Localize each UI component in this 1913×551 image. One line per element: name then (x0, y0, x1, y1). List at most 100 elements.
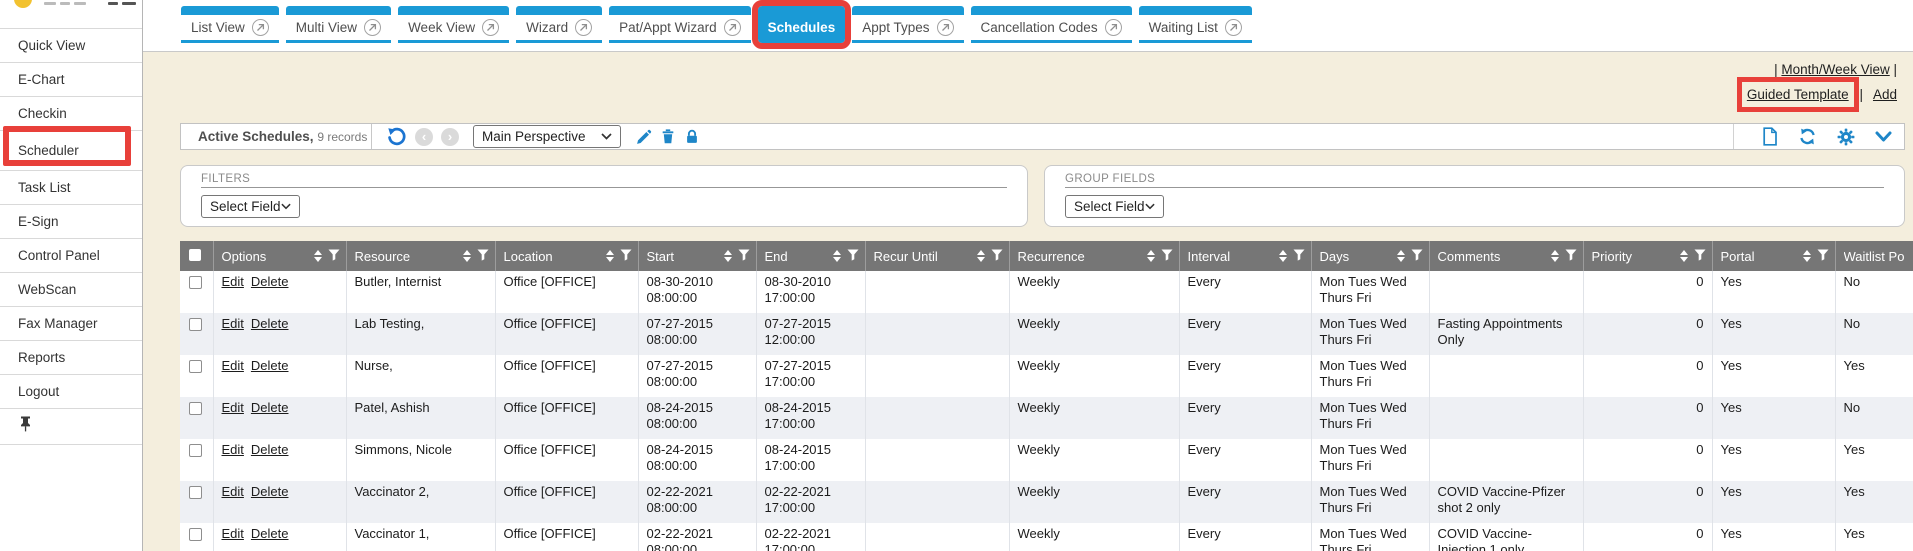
column-header-recurrence[interactable]: Recurrence (1009, 241, 1179, 271)
tab-week-view[interactable]: Week View (398, 6, 509, 43)
column-header-start[interactable]: Start (638, 241, 756, 271)
sidebar-item-checkin[interactable]: Checkin (0, 97, 142, 131)
sidebar-item-task-list[interactable]: Task List (0, 171, 142, 205)
sort-icon[interactable] (1397, 250, 1405, 262)
sidebar-item-fax-manager[interactable]: Fax Manager (0, 307, 142, 341)
sort-icon[interactable] (314, 250, 322, 262)
sort-icon[interactable] (1147, 250, 1155, 262)
lock-icon[interactable] (684, 128, 700, 145)
tab-schedules[interactable]: Schedules (758, 6, 846, 43)
filter-funnel-icon[interactable] (1694, 249, 1706, 264)
column-header-resource[interactable]: Resource (346, 241, 495, 271)
delete-link[interactable]: Delete (251, 526, 289, 541)
sidebar-pin-toggle[interactable] (0, 409, 142, 445)
filter-funnel-icon[interactable] (1817, 249, 1829, 264)
next-icon[interactable]: › (441, 128, 459, 146)
open-new-window-icon[interactable] (482, 19, 499, 36)
row-checkbox[interactable] (189, 318, 202, 331)
sidebar-item-reports[interactable]: Reports (0, 341, 142, 375)
tab-waiting-list[interactable]: Waiting List (1139, 6, 1252, 43)
sort-icon[interactable] (1803, 250, 1811, 262)
new-document-icon[interactable] (1762, 127, 1778, 146)
tab-appt-types[interactable]: Appt Types (852, 6, 963, 43)
tab-cancellation-codes[interactable]: Cancellation Codes (971, 6, 1132, 43)
tab-list-view[interactable]: List View (181, 6, 279, 43)
edit-link[interactable]: Edit (222, 316, 244, 331)
filter-funnel-icon[interactable] (477, 249, 489, 264)
add-link[interactable]: Add (1873, 87, 1897, 102)
column-header-interval[interactable]: Interval (1179, 241, 1311, 271)
column-header-location[interactable]: Location (495, 241, 638, 271)
guided-template-link[interactable]: Guided Template (1747, 87, 1849, 102)
column-header-recur-until[interactable]: Recur Until (865, 241, 1009, 271)
open-new-window-icon[interactable] (937, 19, 954, 36)
edit-link[interactable]: Edit (222, 400, 244, 415)
sort-icon[interactable] (1551, 250, 1559, 262)
filter-funnel-icon[interactable] (1293, 249, 1305, 264)
group-fields-select-field[interactable]: Select Field (1065, 195, 1164, 218)
column-header-portal[interactable]: Portal (1712, 241, 1835, 271)
filter-funnel-icon[interactable] (1411, 249, 1423, 264)
delete-link[interactable]: Delete (251, 400, 289, 415)
sort-icon[interactable] (463, 250, 471, 262)
sort-icon[interactable] (1279, 250, 1287, 262)
row-checkbox[interactable] (189, 528, 202, 541)
edit-link[interactable]: Edit (222, 484, 244, 499)
tab-multi-view[interactable]: Multi View (286, 6, 391, 43)
edit-pencil-icon[interactable] (635, 128, 652, 145)
open-new-window-icon[interactable] (252, 19, 269, 36)
edit-link[interactable]: Edit (222, 526, 244, 541)
column-header-options[interactable]: Options (213, 241, 346, 271)
delete-link[interactable]: Delete (251, 484, 289, 499)
filter-funnel-icon[interactable] (620, 249, 632, 264)
column-header-priority[interactable]: Priority (1583, 241, 1712, 271)
row-checkbox[interactable] (189, 402, 202, 415)
month-week-view-link[interactable]: Month/Week View (1781, 62, 1889, 77)
edit-link[interactable]: Edit (222, 442, 244, 457)
delete-link[interactable]: Delete (251, 274, 289, 289)
sidebar-item-e-sign[interactable]: E-Sign (0, 205, 142, 239)
column-header-waitlist-po[interactable]: Waitlist Po (1835, 241, 1913, 271)
collapse-chevron-icon[interactable] (1875, 131, 1892, 143)
edit-link[interactable]: Edit (222, 274, 244, 289)
select-all-checkbox-icon[interactable] (189, 249, 201, 261)
sort-icon[interactable] (724, 250, 732, 262)
column-header-comments[interactable]: Comments (1429, 241, 1583, 271)
sidebar-item-quick-view[interactable]: Quick View (0, 29, 142, 63)
sidebar-item-scheduler[interactable]: Scheduler (0, 131, 142, 171)
row-checkbox[interactable] (189, 276, 202, 289)
filter-funnel-icon[interactable] (738, 249, 750, 264)
filters-select-field[interactable]: Select Field (201, 195, 300, 218)
delete-trash-icon[interactable] (660, 128, 676, 145)
settings-gear-icon[interactable] (1837, 128, 1855, 146)
tab-pat-appt-wizard[interactable]: Pat/Appt Wizard (609, 6, 751, 43)
sidebar-item-webscan[interactable]: WebScan (0, 273, 142, 307)
open-new-window-icon[interactable] (1105, 19, 1122, 36)
delete-link[interactable]: Delete (251, 442, 289, 457)
delete-link[interactable]: Delete (251, 316, 289, 331)
previous-icon[interactable]: ‹ (415, 128, 433, 146)
sidebar-item-control-panel[interactable]: Control Panel (0, 239, 142, 273)
filter-funnel-icon[interactable] (1565, 249, 1577, 264)
sort-icon[interactable] (977, 250, 985, 262)
sort-icon[interactable] (833, 250, 841, 262)
tab-wizard[interactable]: Wizard (516, 6, 602, 43)
sort-icon[interactable] (1680, 250, 1688, 262)
column-header-end[interactable]: End (756, 241, 865, 271)
refresh-icon[interactable] (1798, 127, 1817, 146)
sidebar-item-logout[interactable]: Logout (0, 375, 142, 409)
column-header-days[interactable]: Days (1311, 241, 1429, 271)
open-new-window-icon[interactable] (724, 19, 741, 36)
perspective-select[interactable]: Main Perspective (473, 125, 621, 148)
delete-link[interactable]: Delete (251, 358, 289, 373)
undo-icon[interactable] (386, 126, 407, 147)
open-new-window-icon[interactable] (575, 19, 592, 36)
filter-funnel-icon[interactable] (991, 249, 1003, 264)
open-new-window-icon[interactable] (1225, 19, 1242, 36)
open-new-window-icon[interactable] (364, 19, 381, 36)
row-checkbox[interactable] (189, 360, 202, 373)
filter-funnel-icon[interactable] (847, 249, 859, 264)
sidebar-item-e-chart[interactable]: E-Chart (0, 63, 142, 97)
edit-link[interactable]: Edit (222, 358, 244, 373)
row-checkbox[interactable] (189, 444, 202, 457)
